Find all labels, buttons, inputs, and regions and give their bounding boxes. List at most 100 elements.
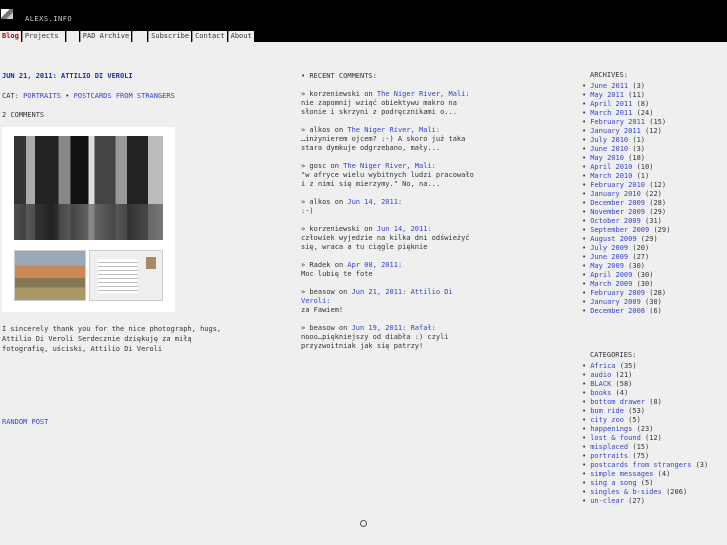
category-item: singles & b-sides (206) bbox=[580, 488, 727, 497]
archive-link[interactable]: December 2008 bbox=[590, 307, 645, 315]
category-link[interactable]: happenings bbox=[590, 425, 632, 433]
cat-separator: • bbox=[65, 92, 70, 100]
archive-count: (6) bbox=[649, 307, 662, 315]
archive-count: (18) bbox=[628, 154, 646, 162]
comment-post-link[interactable]: Apr 08, 2011 bbox=[347, 261, 398, 269]
archive-link[interactable]: July 2010 bbox=[590, 136, 628, 144]
comment-post-link[interactable]: Jun 14, 2011 bbox=[377, 225, 428, 233]
comment-colon: : bbox=[427, 225, 432, 233]
archive-link[interactable]: January 2009 bbox=[590, 298, 641, 306]
thumbnail-postcard[interactable] bbox=[89, 250, 163, 301]
comment-on: on bbox=[326, 162, 344, 170]
main-photo[interactable] bbox=[14, 136, 163, 240]
archive-link[interactable]: February 2009 bbox=[590, 289, 645, 297]
nav-blank-1[interactable] bbox=[65, 31, 79, 42]
category-link[interactable]: BLACK bbox=[590, 380, 611, 388]
archive-count: (28) bbox=[649, 199, 667, 207]
category-count: (75) bbox=[632, 452, 650, 460]
category-link[interactable]: singles & b-sides bbox=[590, 488, 662, 496]
category-count: (12) bbox=[645, 434, 662, 442]
archive-count: (8) bbox=[636, 100, 650, 108]
thumbnail-photo[interactable] bbox=[14, 250, 86, 301]
post-title[interactable]: JUN 21, 2011: ATTILIO DI VEROLI bbox=[2, 72, 133, 80]
archive-link[interactable]: May 2010 bbox=[590, 154, 624, 162]
cat-link-portraits[interactable]: PORTRAITS bbox=[23, 92, 61, 100]
category-link[interactable]: sing a song bbox=[590, 479, 636, 487]
archive-link[interactable]: November 2009 bbox=[590, 208, 645, 216]
nav-blog[interactable]: Blog bbox=[0, 31, 21, 42]
archive-count: (27) bbox=[632, 253, 650, 261]
category-item: sing a song (5) bbox=[580, 479, 727, 488]
category-link[interactable]: simple messages bbox=[590, 470, 653, 478]
recent-comment: » Radek on Apr 08, 2011: Moc lubię te fot… bbox=[301, 261, 476, 279]
category-link[interactable]: city zoo bbox=[590, 416, 624, 424]
archive-item: January 2011 (12) bbox=[580, 127, 727, 136]
archive-link[interactable]: September 2009 bbox=[590, 226, 649, 234]
category-link[interactable]: postcards from strangers bbox=[590, 461, 691, 469]
archive-link[interactable]: May 2009 bbox=[590, 262, 624, 270]
archive-count: (30) bbox=[636, 280, 654, 288]
category-count: (53) bbox=[628, 407, 646, 415]
category-count: (206) bbox=[666, 488, 688, 496]
archive-link[interactable]: April 2011 bbox=[590, 100, 632, 108]
comment-post-link[interactable]: Jun 19, 2011: Rafał bbox=[352, 324, 432, 332]
category-item: lost & found (12) bbox=[580, 434, 727, 443]
category-item: happenings (23) bbox=[580, 425, 727, 434]
archive-link[interactable]: March 2011 bbox=[590, 109, 632, 117]
logo-icon[interactable] bbox=[1, 9, 13, 19]
archive-link[interactable]: February 2011 bbox=[590, 118, 645, 126]
nav-contact[interactable]: Contact bbox=[192, 31, 227, 42]
comment-on: on bbox=[360, 90, 377, 98]
comment-post-link[interactable]: The Niger River, Mali bbox=[377, 90, 466, 98]
comments-count[interactable]: 2 COMMENTS bbox=[2, 111, 44, 119]
archive-link[interactable]: August 2009 bbox=[590, 235, 636, 243]
category-link[interactable]: books bbox=[590, 389, 611, 397]
site-title[interactable]: ALEXS.INFO bbox=[25, 15, 72, 23]
category-link[interactable]: bottom drawer bbox=[590, 398, 645, 406]
comment-excerpt: …inżynierem ojcem? :-) A skoro już taka … bbox=[301, 135, 466, 152]
category-link[interactable]: misplaced bbox=[590, 443, 628, 451]
archive-link[interactable]: March 2010 bbox=[590, 172, 632, 180]
archive-link[interactable]: April 2009 bbox=[590, 271, 632, 279]
nav-subscribe[interactable]: Subscribe bbox=[148, 31, 192, 42]
archive-link[interactable]: April 2010 bbox=[590, 163, 632, 171]
archive-link[interactable]: June 2009 bbox=[590, 253, 628, 261]
archive-link[interactable]: March 2009 bbox=[590, 280, 632, 288]
archive-link[interactable]: October 2009 bbox=[590, 217, 641, 225]
header-bar: ALEXS.INFO Blog Projects PAD Archive Sub… bbox=[0, 0, 727, 42]
comment-post-link[interactable]: Jun 14, 2011 bbox=[347, 198, 398, 206]
random-post-link[interactable]: RANDOM POST bbox=[2, 418, 48, 426]
archive-link[interactable]: June 2011 bbox=[590, 82, 628, 90]
category-link[interactable]: portraits bbox=[590, 452, 628, 460]
archive-item: November 2009 (29) bbox=[580, 208, 727, 217]
category-link[interactable]: lost & found bbox=[590, 434, 641, 442]
archive-link[interactable]: January 2010 bbox=[590, 190, 641, 198]
category-item: city zoo (5) bbox=[580, 416, 727, 425]
comment-post-link[interactable]: The Niger River, Mali bbox=[347, 126, 436, 134]
comment-on: on bbox=[334, 324, 352, 332]
nav-pad-archive[interactable]: PAD Archive bbox=[79, 31, 132, 42]
recent-comment: » beasow on Jun 21, 2011: Attilio Di Ver… bbox=[301, 288, 476, 315]
nav-projects[interactable]: Projects bbox=[21, 31, 65, 42]
archive-item: February 2010 (12) bbox=[580, 181, 727, 190]
category-link[interactable]: un-clear bbox=[590, 497, 624, 505]
archive-link[interactable]: December 2009 bbox=[590, 199, 645, 207]
archive-link[interactable]: January 2011 bbox=[590, 127, 641, 135]
archive-item: October 2009 (31) bbox=[580, 217, 727, 226]
archive-count: (29) bbox=[653, 226, 671, 234]
cat-link-postcards[interactable]: POSTCARDS FROM STRANGERS bbox=[74, 92, 175, 100]
comment-post-link[interactable]: The Niger River, Mali bbox=[343, 162, 432, 170]
comment-colon: : bbox=[326, 297, 331, 305]
nav-blank-2[interactable] bbox=[132, 31, 148, 42]
nav-about[interactable]: About bbox=[227, 31, 254, 42]
category-link[interactable]: Africa bbox=[590, 362, 615, 370]
archive-link[interactable]: July 2009 bbox=[590, 244, 628, 252]
category-link[interactable]: bum ride bbox=[590, 407, 624, 415]
archive-link[interactable]: February 2010 bbox=[590, 181, 645, 189]
recent-comment: » alkos on The Niger River, Mali: …inżyni… bbox=[301, 126, 476, 153]
category-link[interactable]: audio bbox=[590, 371, 611, 379]
comment-colon: : bbox=[435, 126, 441, 134]
archive-link[interactable]: May 2011 bbox=[590, 91, 624, 99]
archive-link[interactable]: June 2010 bbox=[590, 145, 628, 153]
archive-item: December 2009 (28) bbox=[580, 199, 727, 208]
